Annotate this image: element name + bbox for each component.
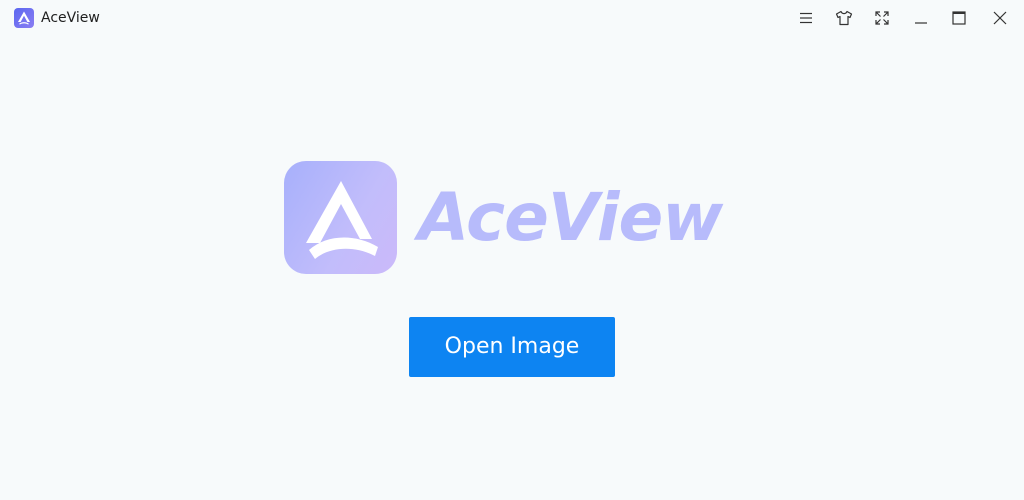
- logo-wordmark: AceView: [418, 179, 723, 256]
- shirt-icon[interactable]: [831, 6, 857, 30]
- app-logo-badge: [284, 161, 397, 274]
- fullscreen-icon[interactable]: [869, 6, 895, 30]
- window-title: AceView: [41, 10, 100, 26]
- close-icon[interactable]: [987, 6, 1013, 30]
- title-bar[interactable]: AceView: [0, 0, 1024, 36]
- menu-icon[interactable]: [793, 6, 819, 30]
- open-image-button[interactable]: Open Image: [409, 317, 615, 377]
- maximize-icon[interactable]: [946, 6, 972, 30]
- app-window: AceView AceView Open Image: [0, 0, 1024, 500]
- minimize-icon[interactable]: [908, 6, 934, 30]
- app-logo-icon: [14, 8, 34, 28]
